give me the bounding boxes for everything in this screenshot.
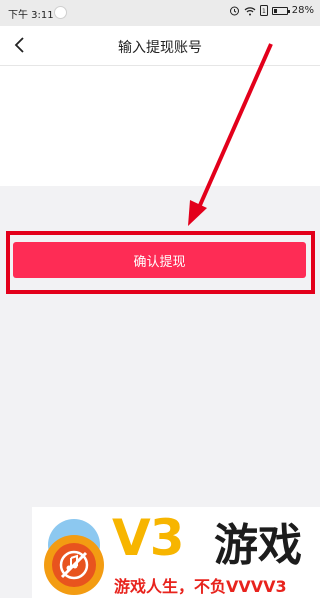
watermark-slogan: 游戏人生，不负VVVV3 xyxy=(114,577,287,596)
wifi-icon xyxy=(244,6,256,15)
page-header: 输入提现账号 xyxy=(0,26,320,66)
status-bar: 下午 3:11 1 28% xyxy=(0,0,320,26)
confirm-withdraw-button[interactable]: 确认提现 xyxy=(13,242,306,278)
v3-logo-icon xyxy=(44,519,104,595)
watermark-brand: V3 xyxy=(112,509,184,567)
alarm-icon xyxy=(229,6,239,16)
watermark-brand-cn: 游戏 xyxy=(214,520,302,571)
battery-percent: 28% xyxy=(291,5,314,16)
page-title: 输入提现账号 xyxy=(118,40,202,56)
sim-icon: 1 xyxy=(259,5,268,16)
notification-icon xyxy=(54,6,67,19)
watermark: V3 游戏 游戏人生，不负VVVV3 xyxy=(32,507,320,598)
battery-fill xyxy=(273,8,277,13)
svg-text:1: 1 xyxy=(262,8,266,15)
battery-icon xyxy=(271,6,290,15)
status-icons: 1 28% xyxy=(229,5,314,16)
status-time: 下午 3:11 xyxy=(8,10,54,21)
account-form-area xyxy=(0,66,320,186)
